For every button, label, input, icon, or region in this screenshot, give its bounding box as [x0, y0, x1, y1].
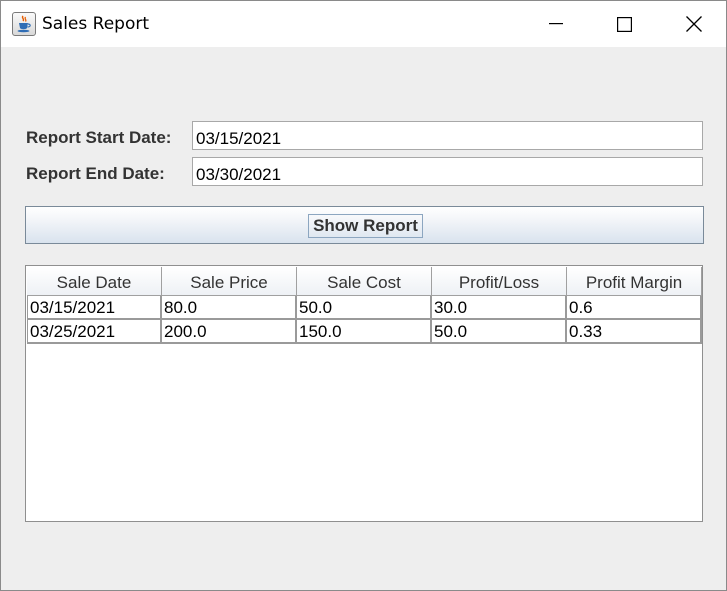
report-start-date-field[interactable]: 03/15/2021: [192, 121, 703, 150]
table-cell[interactable]: 80.0: [162, 296, 297, 320]
show-report-button[interactable]: Show Report: [25, 206, 704, 244]
close-icon: [686, 16, 702, 32]
table-cell[interactable]: 200.0: [162, 320, 297, 344]
table-header: Sale Date Sale Price Sale Cost Profit/Lo…: [27, 267, 702, 296]
column-header-profit-margin[interactable]: Profit Margin: [567, 267, 702, 296]
table-cell[interactable]: 150.0: [297, 320, 432, 344]
maximize-button[interactable]: [589, 1, 659, 47]
maximize-icon: [616, 16, 632, 32]
sales-report-window: Sales Report Report Start Date: 03/15/20…: [0, 0, 727, 591]
show-report-button-label: Show Report: [308, 214, 423, 238]
table-cell[interactable]: 0.6: [567, 296, 702, 320]
table-row[interactable]: 03/15/2021 80.0 50.0 30.0 0.6: [27, 296, 702, 320]
table-cell[interactable]: 30.0: [432, 296, 567, 320]
table-cell[interactable]: 03/15/2021: [27, 296, 162, 320]
table-cell[interactable]: 0.33: [567, 320, 702, 344]
minimize-icon: [549, 23, 563, 25]
window-title: Sales Report: [42, 14, 150, 34]
sales-table[interactable]: Sale Date Sale Price Sale Cost Profit/Lo…: [25, 265, 703, 522]
column-header-profit-loss[interactable]: Profit/Loss: [432, 267, 567, 296]
table-cell[interactable]: 50.0: [432, 320, 567, 344]
title-bar[interactable]: Sales Report: [1, 1, 726, 47]
table-body: 03/15/2021 80.0 50.0 30.0 0.6 03/25/2021…: [27, 296, 702, 344]
table-row[interactable]: 03/25/2021 200.0 150.0 50.0 0.33: [27, 320, 702, 344]
column-header-sale-price[interactable]: Sale Price: [162, 267, 297, 296]
java-coffee-icon[interactable]: [12, 12, 36, 36]
report-end-date-label: Report End Date:: [26, 164, 165, 183]
table-cell[interactable]: 50.0: [297, 296, 432, 320]
report-start-date-label: Report Start Date:: [26, 128, 172, 147]
column-header-sale-date[interactable]: Sale Date: [27, 267, 162, 296]
table-cell[interactable]: 03/25/2021: [27, 320, 162, 344]
column-header-sale-cost[interactable]: Sale Cost: [297, 267, 432, 296]
report-end-date-field[interactable]: 03/30/2021: [192, 157, 703, 186]
close-button[interactable]: [659, 1, 727, 47]
minimize-button[interactable]: [521, 1, 591, 47]
